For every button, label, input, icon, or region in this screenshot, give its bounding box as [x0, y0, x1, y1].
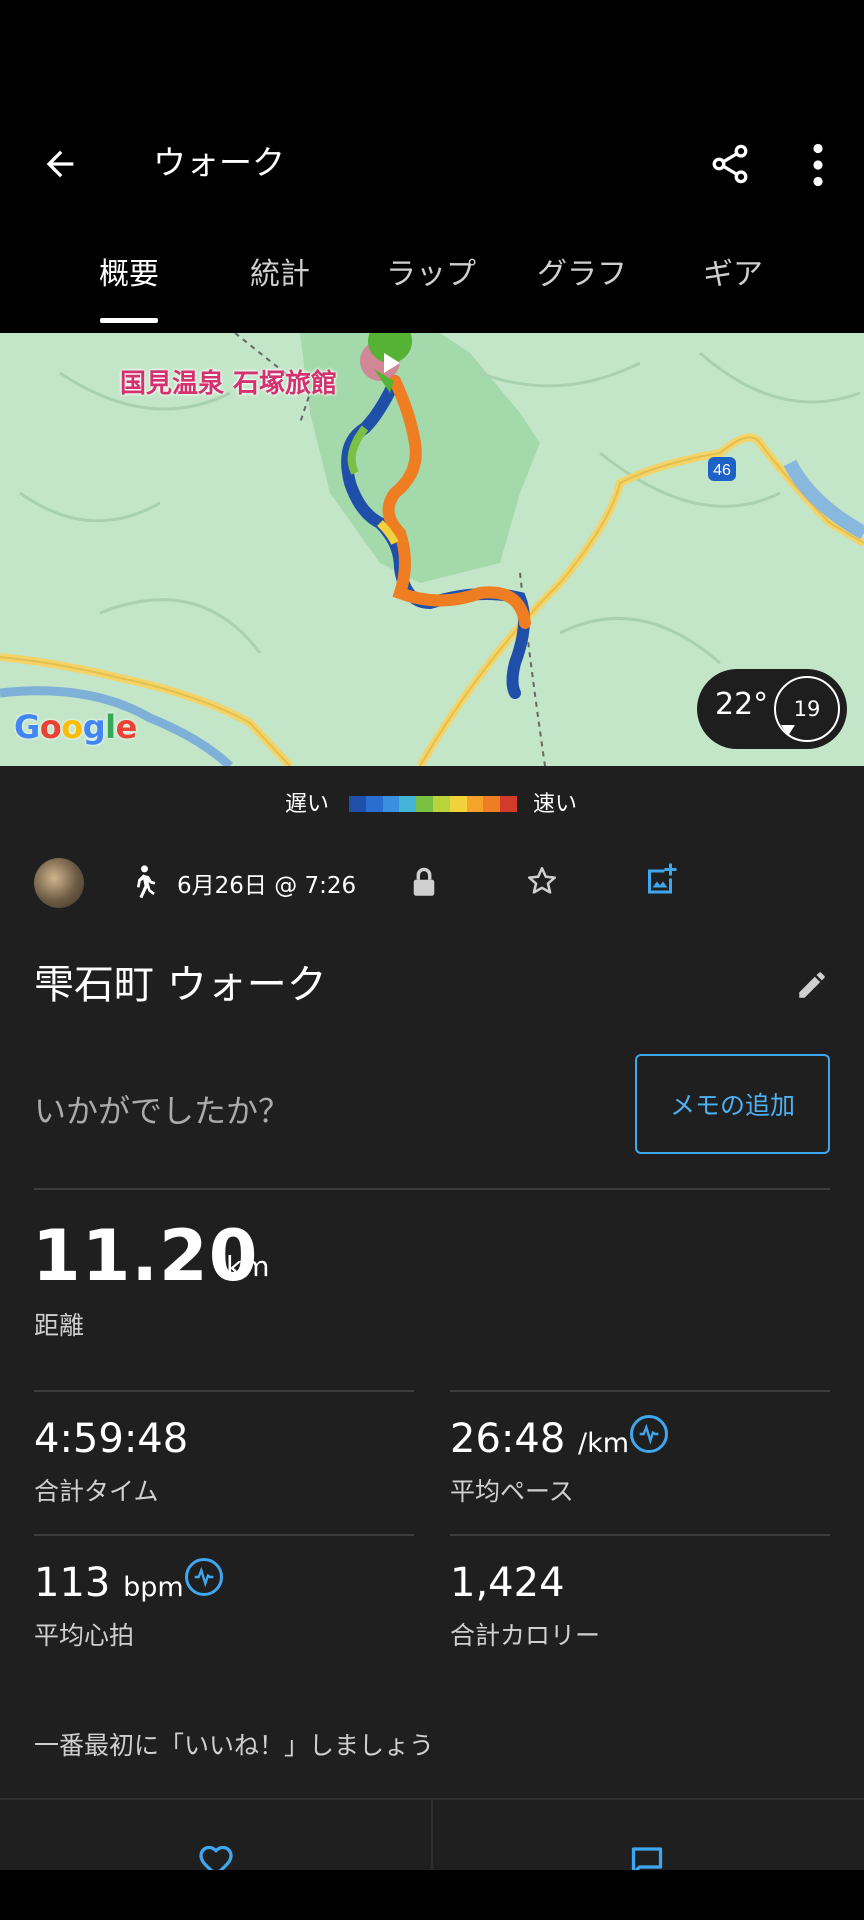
lock-icon[interactable]	[410, 866, 438, 898]
avg-hr-value: 113	[34, 1560, 111, 1606]
pace-color-swatch	[432, 796, 450, 812]
avatar[interactable]	[34, 858, 84, 908]
share-icon	[712, 144, 748, 184]
avg-hr-unit: bpm	[123, 1572, 184, 1603]
star-icon[interactable]	[525, 864, 559, 898]
stat-calories: 1,424 合計カロリー	[450, 1558, 830, 1668]
legend-slow-label: 遅い	[285, 792, 330, 817]
pace-color-swatch	[416, 796, 433, 812]
pace-color-swatch	[483, 796, 501, 812]
system-navigation-bar	[0, 1870, 864, 1920]
legend-fast-label: 速い	[533, 792, 578, 817]
stat-avg-heart-rate: 113 bpm 平均心拍	[34, 1558, 414, 1668]
tab-overview[interactable]: 概要	[54, 254, 204, 296]
bottom-action-bar	[0, 1798, 864, 1876]
avg-pace-unit: /km	[578, 1428, 630, 1459]
divider	[34, 1188, 830, 1190]
pace-color-swatch	[500, 796, 517, 812]
wind-speed-dial: 19	[774, 676, 840, 742]
page-title: ウォーク	[153, 143, 285, 182]
more-options-button[interactable]	[800, 138, 836, 192]
add-note-button[interactable]: メモの追加	[635, 1054, 830, 1154]
pace-color-swatch	[399, 796, 417, 812]
tab-laps[interactable]: ラップ	[356, 254, 506, 296]
total-time-value: 4:59:48	[34, 1416, 189, 1462]
avg-pace-value: 26:48	[450, 1416, 566, 1462]
divider	[431, 1800, 433, 1872]
more-vert-icon	[813, 143, 823, 187]
heart-rate-chart-icon[interactable]	[185, 1558, 223, 1596]
distance-label: 距離	[34, 1311, 85, 1340]
add-photo-icon[interactable]	[642, 862, 678, 898]
share-button[interactable]	[705, 137, 755, 191]
google-attribution: Google	[14, 708, 137, 746]
avg-hr-label: 平均心拍	[34, 1621, 135, 1650]
divider	[34, 1390, 414, 1392]
tab-gear[interactable]: ギア	[658, 254, 808, 296]
active-tab-indicator	[100, 318, 158, 323]
weather-badge: 22° 19	[697, 669, 847, 749]
avg-pace-label: 平均ペース	[450, 1477, 574, 1506]
road-marker: 46	[713, 462, 731, 479]
pace-color-swatch	[349, 796, 366, 812]
avg-hr-row: 113 bpm	[34, 1558, 184, 1613]
how-was-it-prompt: いかがでしたか？	[34, 1092, 291, 1130]
tab-bar: 概要 統計 ラップ グラフ ギア	[0, 240, 864, 326]
divider	[34, 1534, 414, 1536]
activity-name: 雫石町 ウォーク	[34, 962, 327, 1008]
walk-icon	[137, 865, 156, 899]
pace-color-swatch	[449, 796, 467, 812]
pace-color-swatch	[382, 796, 400, 812]
distance-unit: km	[226, 1250, 270, 1283]
total-time-label: 合計タイム	[34, 1477, 159, 1506]
like-prompt: 一番最初に「いいね！」しましょう	[34, 1731, 435, 1760]
divider	[450, 1534, 830, 1536]
activity-date: 6月26日 @ 7:26	[177, 873, 357, 899]
pace-chart-icon[interactable]	[630, 1415, 668, 1453]
stat-total-time: 4:59:48 合計タイム	[34, 1414, 414, 1524]
tab-stats[interactable]: 統計	[205, 254, 355, 296]
app-header: ウォーク 概要 統計 ラップ グラフ ギア	[0, 0, 864, 330]
pace-color-swatch	[365, 796, 383, 812]
weather-temperature: 22°	[715, 687, 769, 722]
edit-icon[interactable]	[795, 968, 829, 1002]
activity-summary: 遅い 速い 6月26日 @ 7:26 雫石町 ウォーク いかがでしたか？ メモの…	[0, 766, 864, 1876]
pace-color-swatch	[466, 796, 484, 812]
tab-graph[interactable]: グラフ	[507, 254, 657, 296]
divider	[450, 1390, 830, 1392]
distance-value: 11.20	[32, 1215, 259, 1297]
pace-legend: 遅い 速い	[0, 780, 864, 820]
calories-value: 1,424	[450, 1560, 565, 1606]
map-poi-label: 国見温泉 石塚旅館	[120, 369, 338, 399]
activity-meta-row: 6月26日 @ 7:26	[0, 850, 864, 914]
pace-color-scale	[349, 796, 517, 812]
arrow-left-icon	[46, 150, 74, 178]
calories-label: 合計カロリー	[450, 1621, 601, 1650]
avg-pace-row: 26:48 /km	[450, 1414, 629, 1469]
back-button[interactable]	[36, 140, 84, 188]
